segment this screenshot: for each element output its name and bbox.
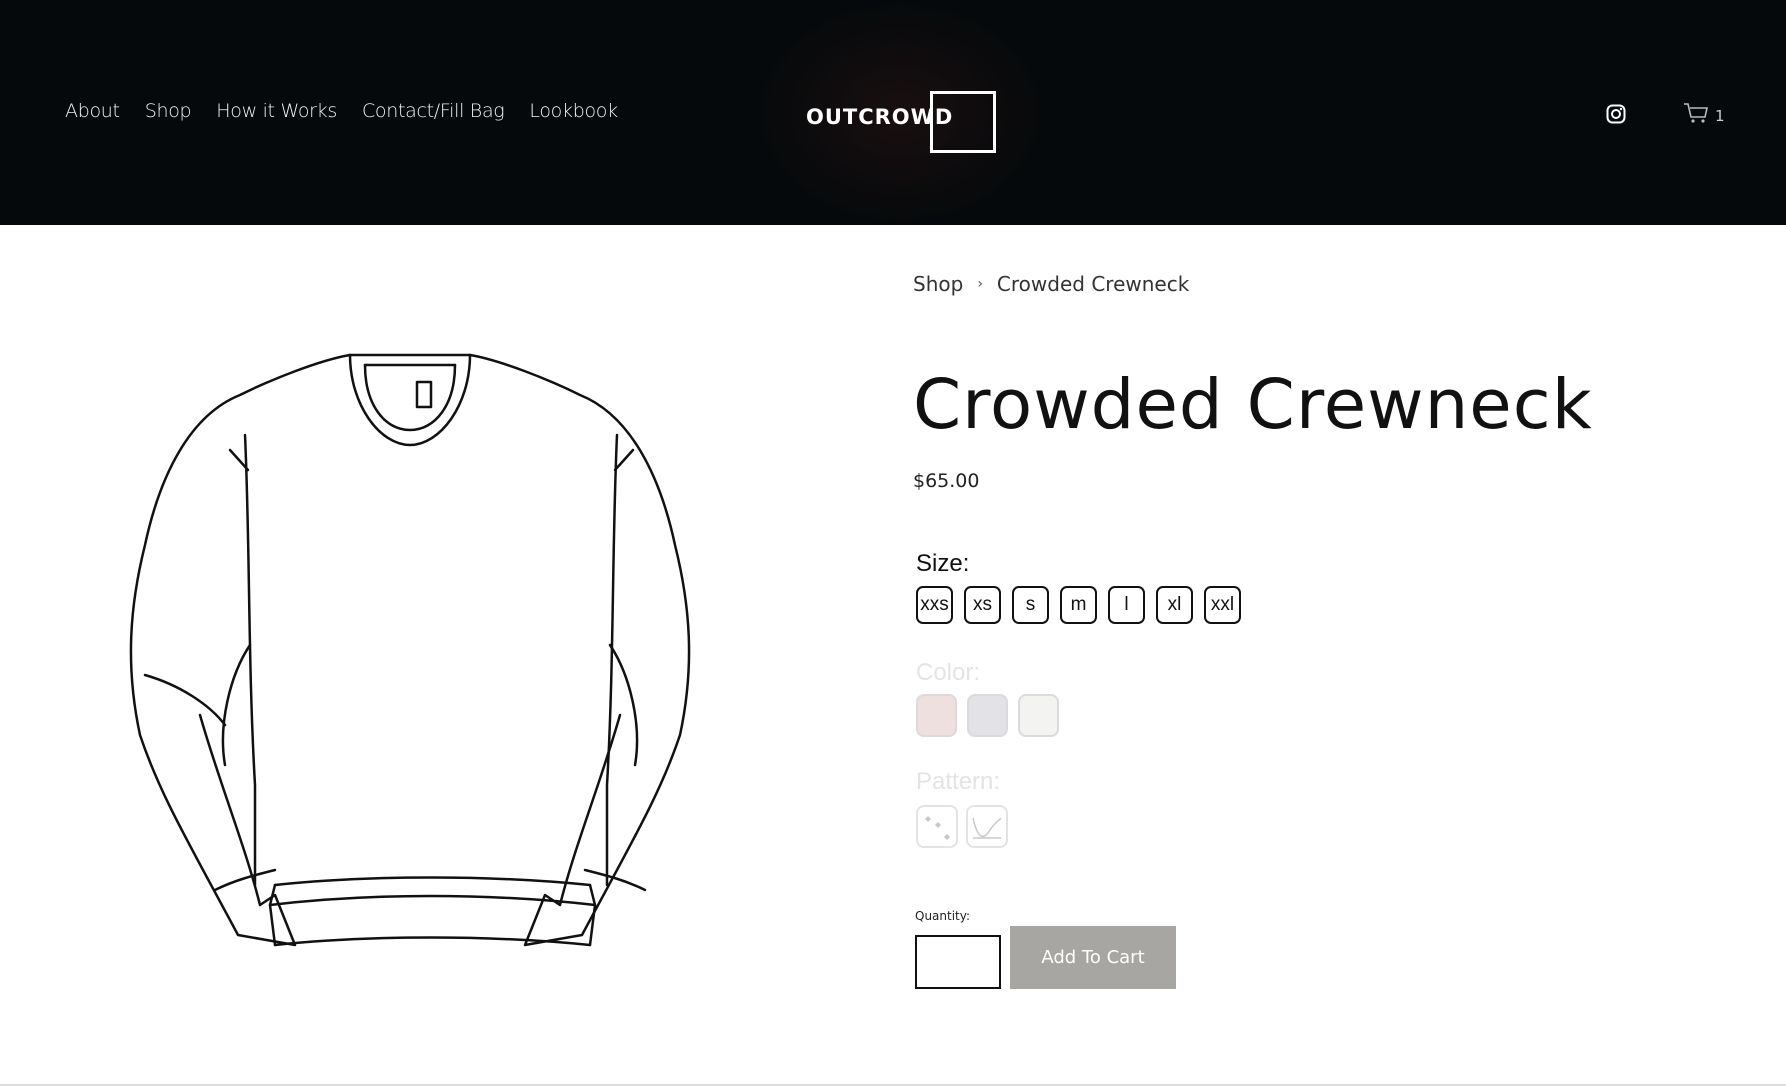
size-l-button[interactable]: l [1108, 586, 1145, 624]
product-title: Crowded Crewneck [913, 365, 1593, 445]
nav-lookbook[interactable]: Lookbook [529, 100, 618, 122]
dots-pattern-icon[interactable] [916, 805, 958, 848]
breadcrumb-current: Crowded Crewneck [996, 272, 1190, 296]
size-s-button[interactable]: s [1012, 586, 1049, 624]
breadcrumb-separator: › [977, 276, 983, 292]
size-options: xxs xs s m l xl xxl [916, 586, 1241, 624]
instagram-icon[interactable] [1606, 104, 1626, 124]
size-m-button[interactable]: m [1060, 586, 1097, 624]
size-xs-button[interactable]: xs [964, 586, 1001, 624]
size-xxl-button[interactable]: xxl [1204, 586, 1241, 624]
cart-icon [1683, 102, 1709, 129]
color-swatch-pink[interactable] [916, 694, 957, 737]
add-to-cart-button[interactable]: Add To Cart [1010, 926, 1176, 989]
product-price: $65.00 [913, 470, 980, 492]
quantity-input[interactable] [915, 935, 1001, 989]
nav-how-it-works[interactable]: How it Works [216, 100, 337, 122]
pattern-label: Pattern: [916, 768, 1001, 795]
color-swatch-gray[interactable] [967, 694, 1008, 737]
breadcrumb: Shop › Crowded Crewneck [913, 272, 1189, 296]
nav-about[interactable]: About [65, 100, 120, 122]
nav-contact-fill-bag[interactable]: Contact/Fill Bag [362, 100, 505, 122]
site-logo[interactable]: OUTCROWD [806, 88, 996, 153]
pattern-options [916, 805, 1008, 848]
nav-shop[interactable]: Shop [145, 100, 192, 122]
size-xl-button[interactable]: xl [1156, 586, 1193, 624]
color-swatch-white[interactable] [1018, 694, 1059, 737]
breadcrumb-shop[interactable]: Shop [913, 272, 963, 296]
product-image [120, 345, 750, 965]
cart-count: 1 [1715, 106, 1725, 125]
quantity-label: Quantity: [915, 909, 971, 923]
logo-box [930, 91, 996, 153]
color-label: Color: [916, 659, 981, 686]
color-options [916, 694, 1059, 737]
size-label: Size: [916, 550, 970, 577]
size-xxs-button[interactable]: xxs [916, 586, 953, 624]
wave-pattern-icon[interactable] [966, 805, 1008, 848]
site-header: About Shop How it Works Contact/Fill Bag… [0, 0, 1786, 225]
cart-link[interactable]: 1 [1683, 102, 1725, 129]
main-nav: About Shop How it Works Contact/Fill Bag… [65, 100, 643, 122]
